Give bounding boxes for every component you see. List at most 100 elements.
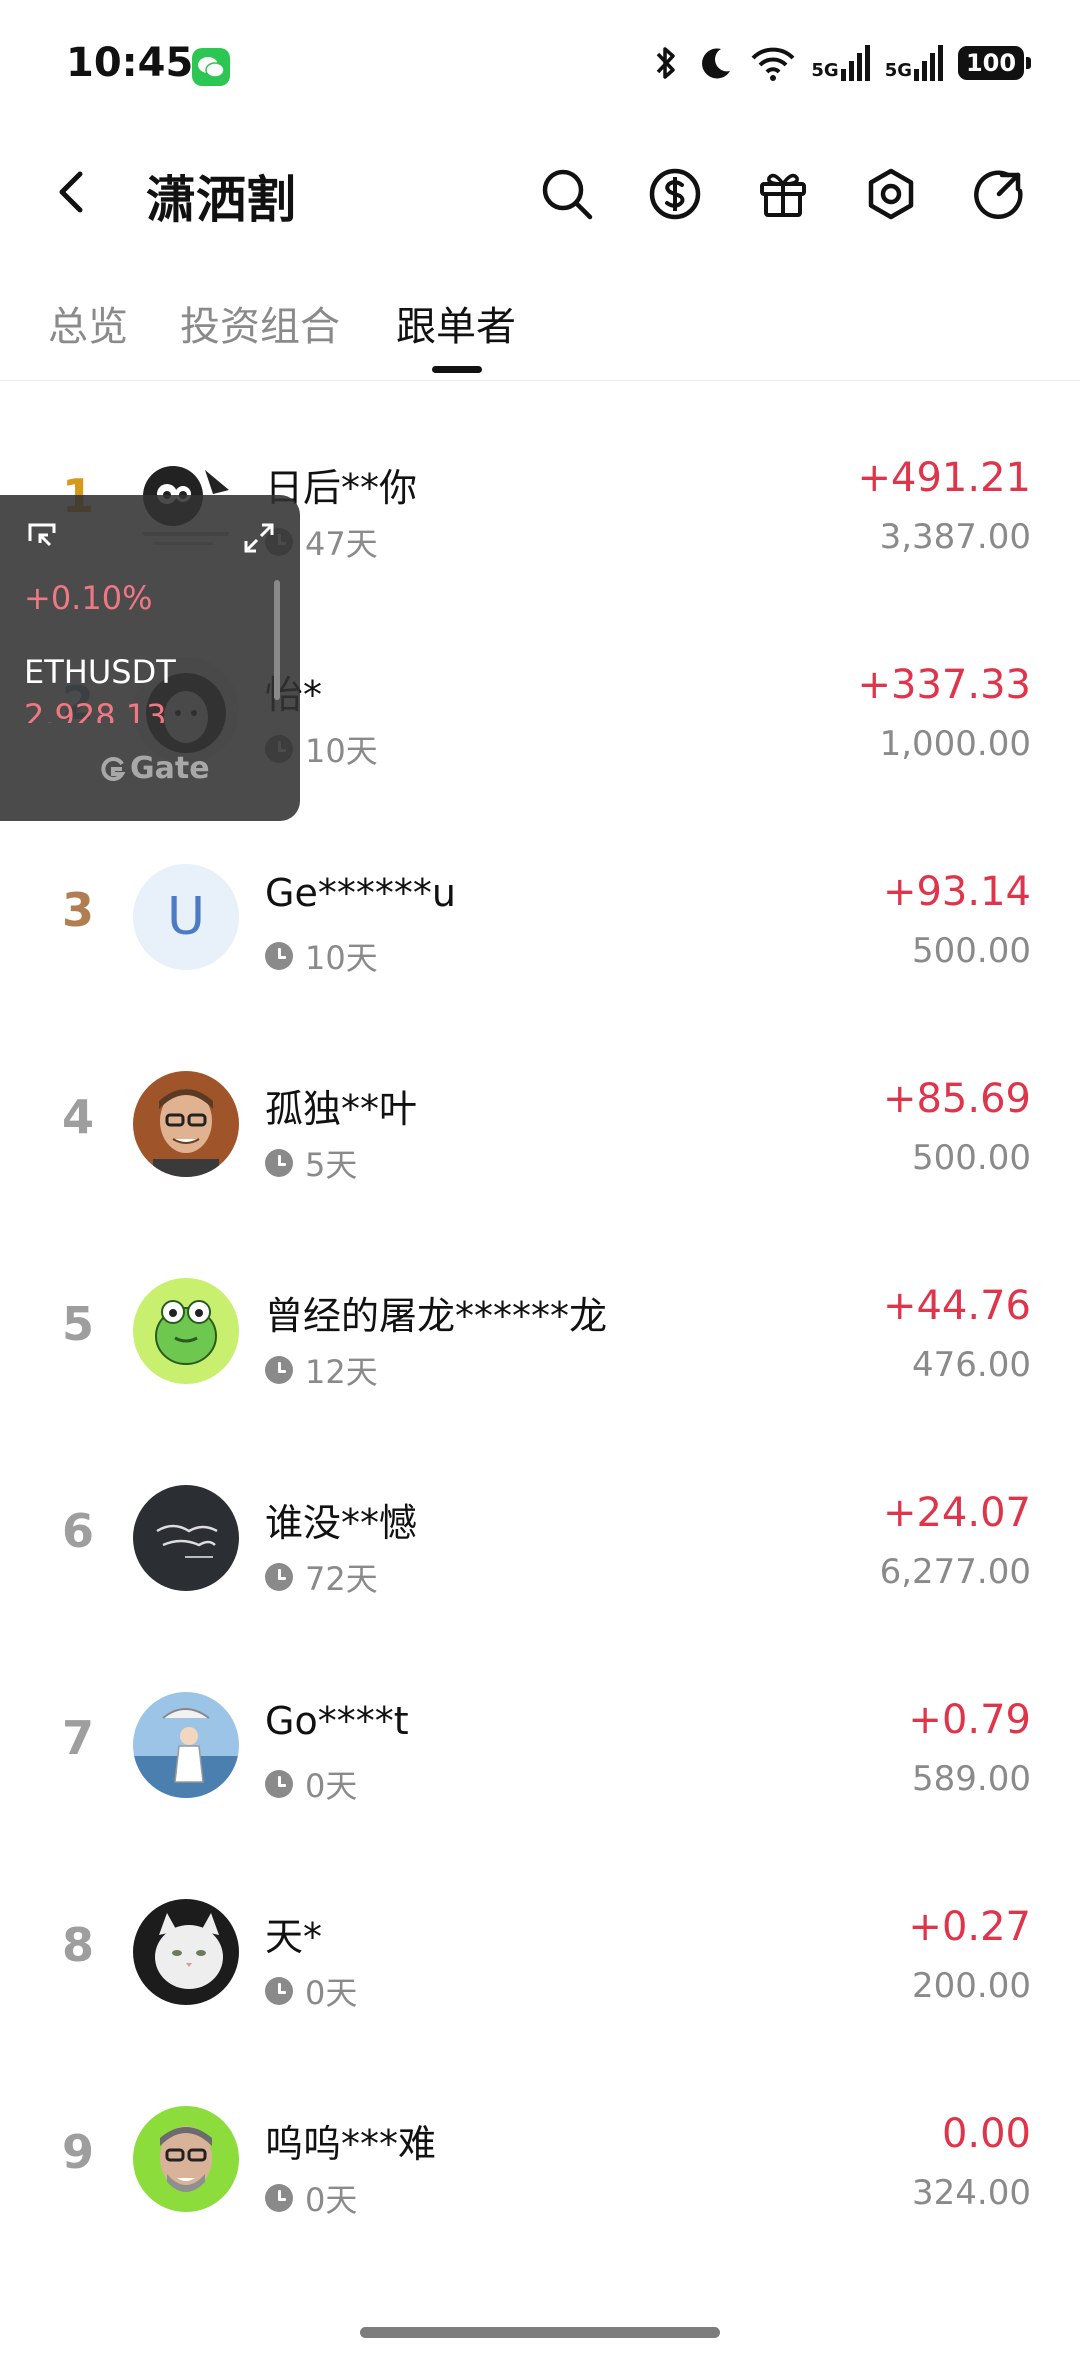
status-bar: 10:45 5G 5G 100 [0,0,1080,130]
share-button[interactable] [967,162,1031,226]
follower-name: Ge******u [265,871,456,915]
follower-row[interactable]: 3 U Ge******u 10天 +93.14 500.00 [0,829,1080,1036]
back-button[interactable] [50,162,94,222]
clock-icon [265,1356,293,1384]
avatar [133,1899,239,2005]
rank-number: 6 [61,1504,94,1558]
header: 潇洒割 [0,140,1080,250]
current-price: 2,928.13 [24,697,167,723]
clock-icon [265,942,293,970]
profit-value: +44.76 [882,1283,1031,1329]
investment-value: 476.00 [912,1345,1031,1385]
clock-icon [265,1563,293,1591]
follower-row[interactable]: 4 孤独**叶 5天 +85.69 500.00 [0,1036,1080,1243]
gate-icon [101,756,126,781]
follow-duration: 5天 [265,1140,357,1186]
profit-value: +24.07 [882,1490,1031,1536]
trading-pair: ETHUSDT [24,653,176,691]
tab-bar: 总览 投资组合 跟单者 [0,270,1080,381]
price-change: +0.10% [24,579,153,617]
search-button[interactable] [535,162,599,226]
clock-icon [265,2184,293,2212]
avatar [133,1278,239,1384]
clock-icon [265,1149,293,1177]
investment-value: 6,277.00 [879,1552,1031,1592]
dollar-button[interactable] [643,162,707,226]
investment-value: 500.00 [912,931,1031,971]
gift-icon [760,173,806,217]
settings-button[interactable] [859,162,923,226]
investment-value: 500.00 [912,1138,1031,1178]
search-icon [542,169,593,220]
status-time: 10:45 [66,40,194,86]
profit-value: +491.21 [857,455,1031,501]
widget-scrollbar[interactable] [274,580,280,700]
investment-value: 200.00 [912,1966,1031,2006]
rank-number: 4 [61,1090,94,1144]
avatar [133,2106,239,2212]
avatar [133,1485,239,1591]
follower-row[interactable]: 5 曾经的屠龙******龙 12天 +44.76 476.00 [0,1243,1080,1450]
follower-name: 曾经的屠龙******龙 [265,1294,608,1338]
moon-icon [702,48,731,79]
follower-name: 谁没**憾 [265,1501,418,1545]
floating-price-widget[interactable]: +0.10% ETHUSDT 2,928.13 Gate [0,495,300,821]
profit-value: +0.27 [908,1904,1031,1950]
signal-5g-icon: 5G [811,45,870,81]
clock-icon [265,1770,293,1798]
profit-value: 0.00 [941,2111,1031,2157]
battery-icon: 100 [958,46,1031,80]
profit-value: +0.79 [908,1697,1031,1743]
gift-button[interactable] [751,162,815,226]
rank-number: 5 [61,1297,94,1351]
home-indicator[interactable] [360,2327,720,2338]
tab-followers[interactable]: 跟单者 [396,294,516,352]
follow-duration: 0天 [265,1968,357,2014]
expand-icon [244,523,274,553]
avatar [133,1071,239,1177]
signal-5g-icon-2: 5G [885,45,944,81]
investment-value: 324.00 [912,2173,1031,2213]
active-tab-indicator [432,366,482,373]
profit-value: +337.33 [857,662,1031,708]
avatar-letter: U [133,864,239,970]
follower-name: 天* [265,1915,323,1959]
rank-number: 8 [61,1918,94,1972]
investment-value: 3,387.00 [879,517,1031,557]
pip-exit-icon [28,523,56,547]
clock-icon [265,1977,293,2005]
rank-number: 9 [61,2125,94,2179]
bluetooth-icon [657,47,676,79]
avatar [133,1692,239,1798]
rank-number: 3 [61,883,94,937]
settings-hexagon-icon [868,168,914,220]
picture-in-picture-button[interactable] [26,521,60,559]
profit-value: +93.14 [882,869,1031,915]
follower-name: 呜呜***难 [265,2122,437,2166]
page-title: 潇洒割 [146,171,296,229]
investment-value: 1,000.00 [879,724,1031,764]
follow-duration: 0天 [265,2175,357,2221]
follow-duration: 0天 [265,1761,357,1807]
investment-value: 589.00 [912,1759,1031,1799]
follow-duration: 72天 [265,1554,378,1600]
follow-duration: 10天 [265,933,378,979]
back-arrow-icon [59,171,83,213]
follower-row[interactable]: 7 Go****t 0天 +0.79 589.00 [0,1657,1080,1864]
wechat-notification-icon [192,48,230,86]
tab-portfolio[interactable]: 投资组合 [180,294,340,352]
follower-row[interactable]: 6 谁没**憾 72天 +24.07 6,277.00 [0,1450,1080,1657]
follower-name: 孤独**叶 [265,1087,418,1131]
gate-logo: Gate [100,751,210,786]
follower-row[interactable]: 8 天* 0天 +0.27 200.00 [0,1864,1080,2071]
status-icons: 5G 5G 100 [649,44,1031,82]
follower-row[interactable]: 9 呜呜***难 0天 0.00 324.00 [0,2071,1080,2278]
wifi-icon [751,47,795,81]
follow-duration: 12天 [265,1347,378,1393]
tab-overview[interactable]: 总览 [48,294,128,352]
dollar-circle-icon [649,168,701,220]
rank-number: 7 [61,1711,94,1765]
follower-name: Go****t [265,1699,409,1743]
profit-value: +85.69 [882,1076,1031,1122]
expand-button[interactable] [242,521,276,559]
